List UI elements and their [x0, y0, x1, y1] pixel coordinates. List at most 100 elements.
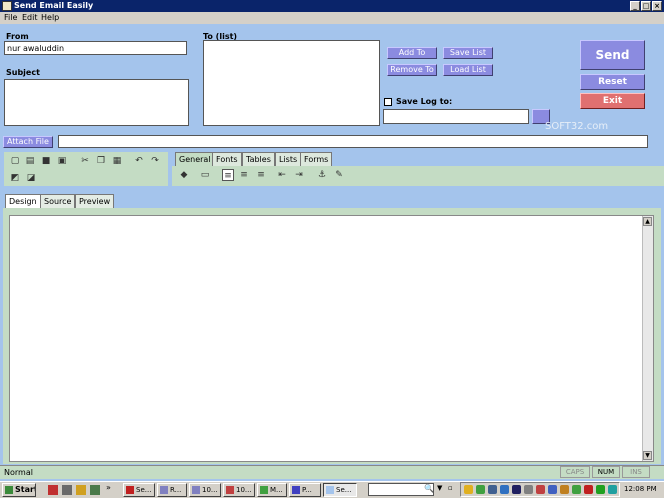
- remove-to-button[interactable]: Remove To: [387, 64, 437, 76]
- attach-file-button[interactable]: Attach File: [3, 136, 53, 148]
- save-log-checkbox[interactable]: [384, 98, 392, 106]
- tab-design[interactable]: Design: [5, 194, 41, 208]
- editor-scrollbar[interactable]: [642, 216, 653, 461]
- edit-html-icon[interactable]: ✎: [333, 169, 345, 181]
- start-button[interactable]: Start: [2, 483, 36, 497]
- maximize-button[interactable]: □: [641, 1, 651, 11]
- anchor-icon[interactable]: ⚓: [316, 169, 328, 181]
- copy-icon[interactable]: ❐: [95, 155, 107, 167]
- tray-icon[interactable]: [488, 485, 497, 494]
- to-list[interactable]: [203, 40, 380, 126]
- tray-icon[interactable]: [572, 485, 581, 494]
- save-icon[interactable]: ■: [40, 155, 52, 167]
- exit-button[interactable]: Exit: [580, 93, 645, 109]
- desktop-icon[interactable]: ▫: [448, 484, 453, 492]
- new-icon[interactable]: ▢: [9, 155, 21, 167]
- tray-icon[interactable]: [584, 485, 593, 494]
- tray-icon[interactable]: [476, 485, 485, 494]
- status-text: Normal: [4, 468, 33, 477]
- clock: 12:08 PM: [624, 485, 657, 493]
- scroll-down-icon[interactable]: ▼: [643, 451, 652, 460]
- menu-help[interactable]: Help: [41, 12, 59, 24]
- task-icon: [126, 486, 134, 494]
- close-button[interactable]: ×: [652, 1, 662, 11]
- quicklaunch-search-icon[interactable]: [90, 485, 100, 495]
- menu-bar: [0, 12, 664, 24]
- windows-logo-icon: [5, 486, 13, 494]
- undo-icon[interactable]: ↶: [133, 155, 145, 167]
- tray-icon[interactable]: [560, 485, 569, 494]
- scroll-up-icon[interactable]: ▲: [643, 217, 652, 226]
- taskbar-item-7[interactable]: Se...: [323, 483, 357, 497]
- cut-icon[interactable]: ✂: [79, 155, 91, 167]
- tray-icon[interactable]: [536, 485, 545, 494]
- task-label: P...: [302, 486, 312, 494]
- task-icon: [326, 486, 334, 494]
- save-list-button[interactable]: Save List: [443, 47, 493, 59]
- align-right-icon[interactable]: ≡: [255, 169, 267, 181]
- tab-tables[interactable]: Tables: [242, 152, 275, 166]
- editor-canvas[interactable]: [9, 215, 654, 462]
- indent-icon[interactable]: ⇥: [293, 169, 305, 181]
- quicklaunch-folder-icon[interactable]: [76, 485, 86, 495]
- tab-general[interactable]: General: [175, 152, 215, 166]
- ins-indicator: INS: [622, 466, 650, 478]
- quicklaunch-more-icon[interactable]: »: [106, 483, 111, 492]
- tab-preview[interactable]: Preview: [75, 194, 115, 208]
- menu-edit[interactable]: Edit: [22, 12, 38, 24]
- send-mail-button[interactable]: Send Mail: [580, 40, 645, 90]
- taskbar-item-5[interactable]: M...: [257, 483, 287, 497]
- task-label: 10...: [202, 486, 218, 494]
- search-icon[interactable]: 🔍: [424, 484, 434, 493]
- from-label: From: [6, 32, 29, 41]
- font-color-icon[interactable]: ◆: [178, 169, 190, 181]
- load-list-button[interactable]: Load List: [443, 64, 493, 76]
- add-to-button[interactable]: Add To: [387, 47, 437, 59]
- tray-icon[interactable]: [608, 485, 617, 494]
- save-log-path-field[interactable]: [383, 109, 529, 124]
- align-center-icon[interactable]: ≡: [238, 169, 250, 181]
- minimize-button[interactable]: _: [630, 1, 640, 11]
- task-icon: [260, 486, 268, 494]
- image-icon[interactable]: ◩: [9, 172, 21, 184]
- tray-icon[interactable]: [548, 485, 557, 494]
- paste-icon[interactable]: ▦: [111, 155, 123, 167]
- align-left-icon[interactable]: ≡: [222, 169, 234, 181]
- redo-icon[interactable]: ↷: [149, 155, 161, 167]
- caps-indicator: CAPS: [560, 466, 590, 478]
- watermark: SOFT32.com: [545, 121, 609, 132]
- from-field[interactable]: [4, 41, 187, 55]
- print-icon[interactable]: ▣: [56, 155, 68, 167]
- outdent-icon[interactable]: ⇤: [276, 169, 288, 181]
- tab-forms[interactable]: Forms: [300, 152, 333, 166]
- quicklaunch-pdf-icon[interactable]: [48, 485, 58, 495]
- app-icon: [2, 1, 12, 11]
- tray-icon[interactable]: [464, 485, 473, 494]
- title-bar: Send Email Easily: [0, 0, 664, 12]
- tray-icon[interactable]: [524, 485, 533, 494]
- dropdown-arrow-icon[interactable]: ▼: [437, 484, 442, 492]
- remove-format-icon[interactable]: ▭: [199, 169, 211, 181]
- quicklaunch-app-icon[interactable]: [62, 485, 72, 495]
- taskbar-item-2[interactable]: R...: [157, 483, 187, 497]
- menu-file[interactable]: File: [4, 12, 17, 24]
- tab-lists[interactable]: Lists: [275, 152, 302, 166]
- taskbar-item-3[interactable]: 10...: [189, 483, 221, 497]
- taskbar-item-4[interactable]: 10...: [223, 483, 255, 497]
- reset-button[interactable]: Reset: [580, 74, 645, 90]
- tray-icon[interactable]: [512, 485, 521, 494]
- tab-source[interactable]: Source: [40, 194, 76, 208]
- tray-icon[interactable]: [500, 485, 509, 494]
- open-icon[interactable]: ▤: [24, 155, 36, 167]
- attachment-field[interactable]: [58, 135, 648, 148]
- save-log-label: Save Log to:: [396, 97, 453, 106]
- tray-icon[interactable]: [596, 485, 605, 494]
- task-label: 10...: [236, 486, 252, 494]
- task-icon: [226, 486, 234, 494]
- subject-field[interactable]: [4, 79, 189, 126]
- object-icon[interactable]: ◪: [25, 172, 37, 184]
- taskbar-item-6[interactable]: P...: [289, 483, 321, 497]
- task-icon: [192, 486, 200, 494]
- tab-fonts[interactable]: Fonts: [212, 152, 242, 166]
- taskbar-item-1[interactable]: Se...: [123, 483, 155, 497]
